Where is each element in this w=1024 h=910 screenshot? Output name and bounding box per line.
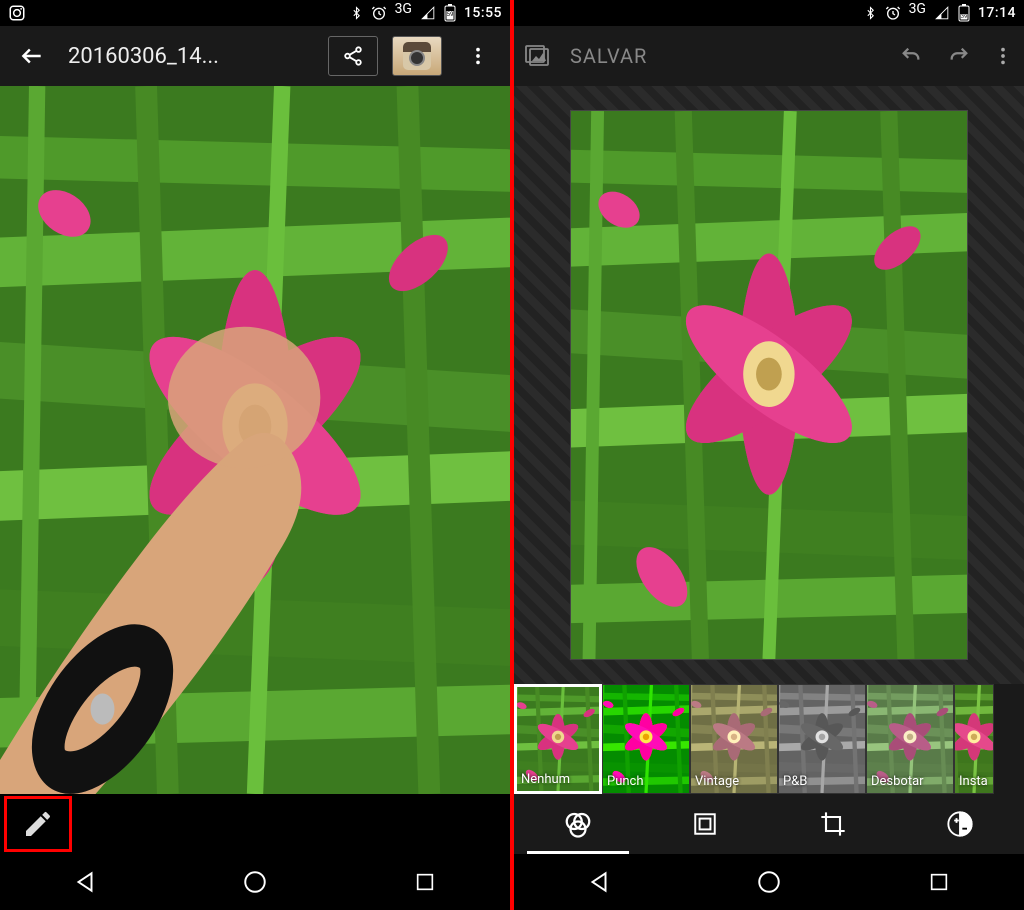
battery-icon: 39 xyxy=(958,4,970,22)
frames-icon xyxy=(692,811,718,837)
filter-insta[interactable]: Insta xyxy=(954,684,994,794)
camera-app-icon xyxy=(8,4,26,22)
status-time: 17:14 xyxy=(978,5,1016,21)
left-phone: 3G 59 15:55 20160306_14... xyxy=(0,0,510,910)
nav-recent-button[interactable] xyxy=(395,862,455,902)
alarm-icon xyxy=(371,5,387,21)
save-button[interactable]: SALVAR xyxy=(570,44,647,68)
tool-frames[interactable] xyxy=(642,794,770,854)
filter-label: Insta xyxy=(959,774,989,789)
signal-icon xyxy=(934,6,950,20)
crop-icon xyxy=(819,810,847,838)
tool-filters[interactable] xyxy=(514,794,642,854)
instagram-icon xyxy=(403,42,431,70)
redo-button[interactable] xyxy=(944,45,974,67)
editor-action-bar: SALVAR xyxy=(514,26,1024,86)
share-button[interactable] xyxy=(328,36,378,76)
svg-text:59: 59 xyxy=(447,11,454,18)
network-type: 3G xyxy=(909,1,926,17)
save-image-icon xyxy=(524,44,552,68)
nav-home-button[interactable] xyxy=(225,862,285,902)
filter-pb[interactable]: P&B xyxy=(778,684,866,794)
filter-vintage[interactable]: Vintage xyxy=(690,684,778,794)
nav-bar xyxy=(514,854,1024,910)
nav-back-button[interactable] xyxy=(55,862,115,902)
exposure-icon xyxy=(946,810,974,838)
battery-icon: 59 xyxy=(444,4,456,22)
overflow-menu-button[interactable] xyxy=(992,45,1014,67)
filters-icon xyxy=(563,809,593,839)
filter-label: Desbotar xyxy=(871,774,949,789)
right-phone: 3G 39 17:14 SALVAR xyxy=(514,0,1024,910)
alarm-icon xyxy=(885,5,901,21)
edit-strip xyxy=(0,794,510,854)
nav-bar xyxy=(0,854,510,910)
filter-nenhum[interactable]: Nenhum xyxy=(514,684,602,794)
tool-exposure[interactable] xyxy=(897,794,1024,854)
editor-canvas xyxy=(570,110,968,660)
overflow-menu-button[interactable] xyxy=(456,34,500,78)
signal-icon xyxy=(420,6,436,20)
filter-strip[interactable]: Nenhum Punch Vintage P&B Desbotar Insta xyxy=(514,684,1024,794)
nav-recent-button[interactable] xyxy=(909,862,969,902)
filter-label: Vintage xyxy=(695,774,773,789)
file-title: 20160306_14... xyxy=(68,44,314,69)
tool-row xyxy=(514,794,1024,854)
instagram-button[interactable] xyxy=(392,36,442,76)
status-bar: 3G 39 17:14 xyxy=(514,0,1024,26)
status-time: 15:55 xyxy=(464,5,502,21)
nav-home-button[interactable] xyxy=(739,862,799,902)
edit-button-highlight xyxy=(4,796,72,852)
undo-button[interactable] xyxy=(896,45,926,67)
filter-label: P&B xyxy=(783,774,861,789)
action-bar: 20160306_14... xyxy=(0,26,510,86)
filter-label: Punch xyxy=(607,774,685,789)
filter-label: Nenhum xyxy=(521,772,595,787)
nav-back-button[interactable] xyxy=(569,862,629,902)
filter-desbotar[interactable]: Desbotar xyxy=(866,684,954,794)
svg-text:39: 39 xyxy=(961,14,967,20)
tool-crop[interactable] xyxy=(769,794,897,854)
bluetooth-icon xyxy=(864,5,877,21)
photo-viewport[interactable] xyxy=(0,86,510,794)
filter-punch[interactable]: Punch xyxy=(602,684,690,794)
network-type: 3G xyxy=(395,1,412,17)
edit-button[interactable] xyxy=(22,808,54,840)
bluetooth-icon xyxy=(350,5,363,21)
back-button[interactable] xyxy=(10,34,54,78)
status-bar: 3G 59 15:55 xyxy=(0,0,510,26)
editor-canvas-area[interactable] xyxy=(514,86,1024,684)
